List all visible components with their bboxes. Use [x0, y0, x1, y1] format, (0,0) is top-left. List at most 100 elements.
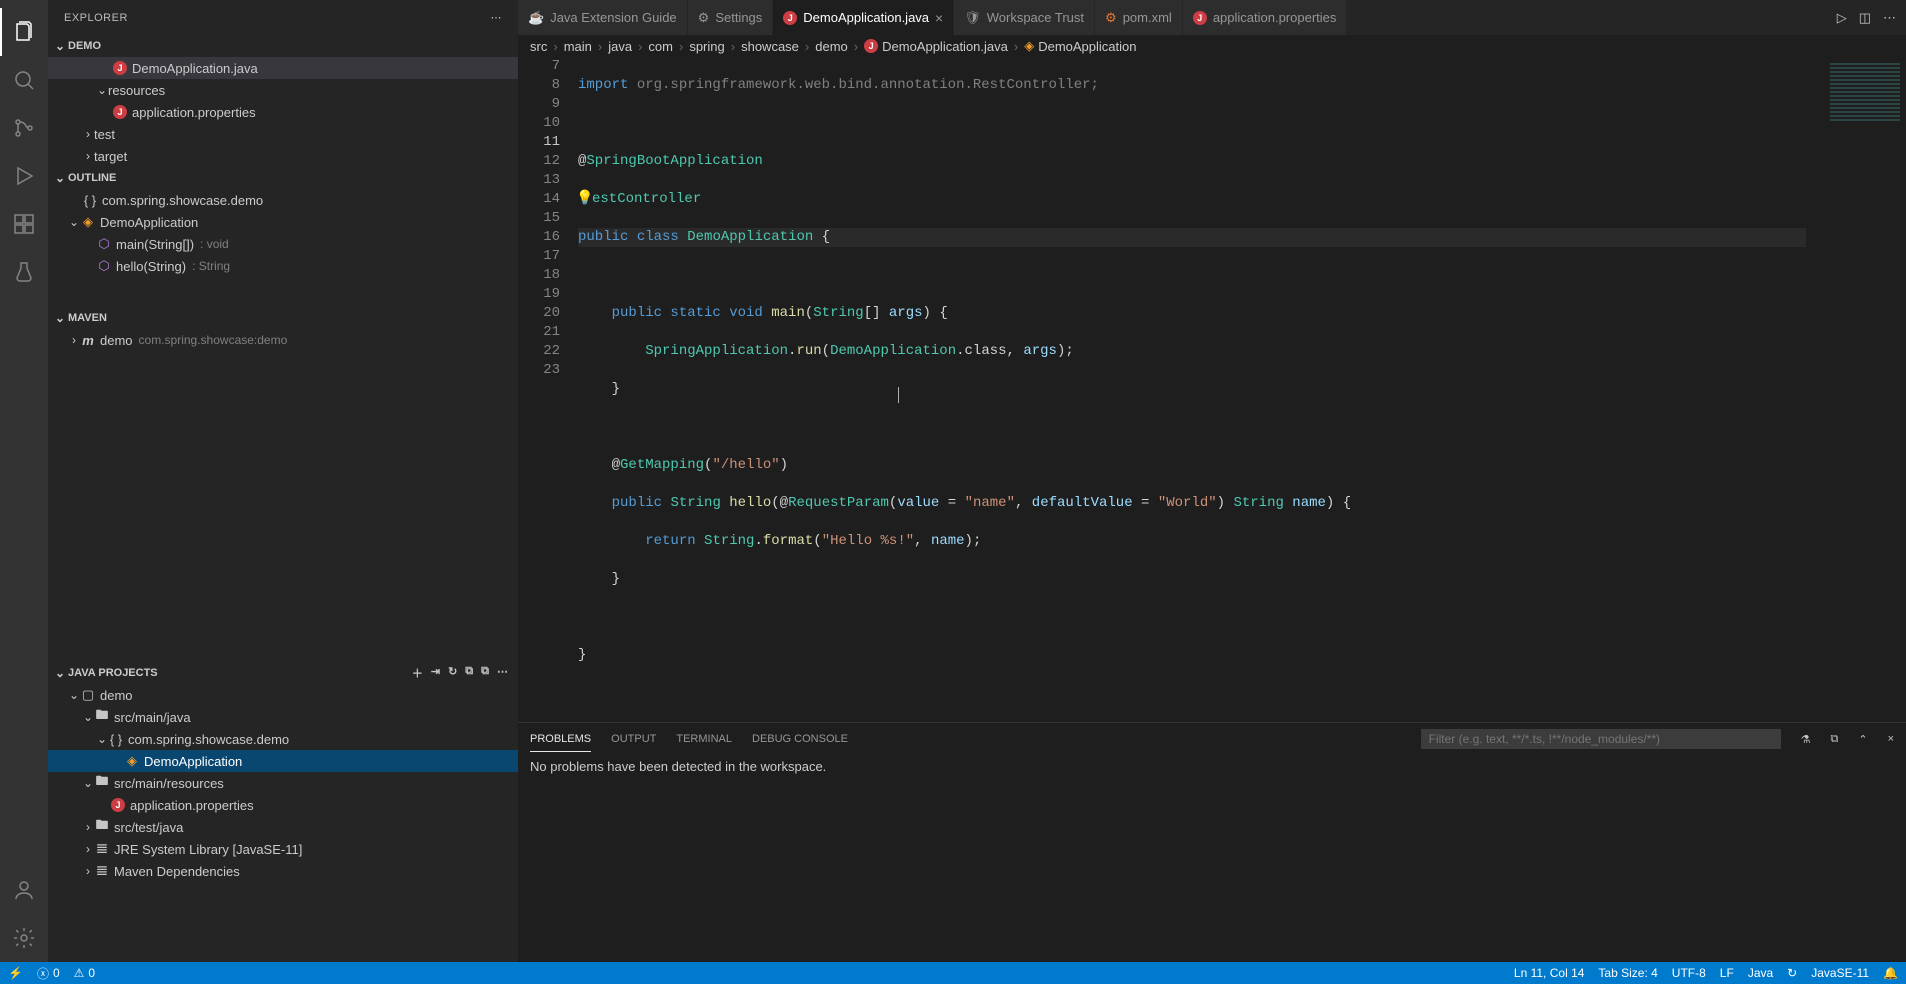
project-icon: ▢: [80, 687, 96, 703]
refresh-icon[interactable]: ↻: [448, 665, 457, 681]
folder-target[interactable]: › target: [48, 145, 518, 167]
jp-src-main-java[interactable]: ⌄ 🖿 src/main/java: [48, 706, 518, 728]
section-outline[interactable]: ⌄ OUTLINE: [48, 167, 518, 189]
run-debug-icon[interactable]: [0, 152, 48, 200]
folder-resources[interactable]: ⌄ resources: [48, 79, 518, 101]
settings-gear-icon[interactable]: [0, 914, 48, 962]
status-cursor[interactable]: Ln 11, Col 14: [1514, 966, 1585, 980]
chevron-down-icon: ⌄: [96, 83, 108, 97]
class-icon: ◈: [1024, 38, 1034, 54]
class-icon: ◈: [124, 753, 140, 769]
tab-demoapplication[interactable]: J DemoApplication.java ×: [773, 0, 954, 35]
chevron-right-icon: ›: [82, 842, 94, 856]
section-maven-label: MAVEN: [68, 312, 107, 324]
link-icon[interactable]: ⇥: [431, 665, 440, 681]
sidebar-more-icon[interactable]: ⋯: [491, 11, 503, 24]
jp-src-main-resources[interactable]: ⌄ 🖿 src/main/resources: [48, 772, 518, 794]
jp-demo[interactable]: ⌄ ▢ demo: [48, 684, 518, 706]
section-outline-label: OUTLINE: [68, 172, 116, 184]
status-encoding[interactable]: UTF-8: [1672, 966, 1706, 980]
java-file-icon: J: [110, 798, 126, 812]
jp-src-test-java[interactable]: › 🖿 src/test/java: [48, 816, 518, 838]
build-icon[interactable]: ⧉: [481, 665, 489, 681]
status-jdk[interactable]: JavaSE-11: [1811, 966, 1869, 980]
file-demoapplication[interactable]: J DemoApplication.java: [48, 57, 518, 79]
line-gutter: 78910 11121314 15161718 1920212223: [518, 57, 578, 722]
chevron-down-icon: ⌄: [52, 171, 68, 185]
close-icon[interactable]: ×: [935, 10, 943, 26]
split-editor-icon[interactable]: ◫: [1859, 10, 1871, 26]
section-demo-label: DEMO: [68, 40, 101, 52]
tab-java-guide[interactable]: ☕ Java Extension Guide: [518, 0, 688, 35]
outline-class[interactable]: ⌄ ◈ DemoApplication: [48, 211, 518, 233]
method-icon: ⬡: [96, 258, 112, 274]
package-folder-icon: 🖿: [94, 816, 110, 838]
class-icon: ◈: [80, 214, 96, 230]
jp-package[interactable]: ⌄ { } com.spring.showcase.demo: [48, 728, 518, 750]
chevron-down-icon: ⌄: [82, 710, 94, 724]
chevron-right-icon: ›: [82, 149, 94, 163]
run-icon[interactable]: ▷: [1837, 10, 1847, 26]
status-errors[interactable]: ⓧ 0: [37, 965, 60, 982]
tab-pom[interactable]: ⚙ pom.xml: [1095, 0, 1183, 35]
more-icon[interactable]: ⋯: [497, 665, 508, 681]
jp-app-props[interactable]: J application.properties: [48, 794, 518, 816]
chevron-down-icon: ⌄: [68, 215, 80, 229]
java-file-icon: J: [783, 11, 797, 25]
maven-project[interactable]: › m demo com.spring.showcase:demo: [48, 329, 518, 351]
status-language[interactable]: Java: [1748, 966, 1773, 980]
chevron-right-icon: ›: [82, 820, 94, 834]
explorer-icon[interactable]: [0, 8, 48, 56]
maven-icon: m: [80, 333, 96, 348]
chevron-down-icon: ⌄: [96, 732, 108, 746]
xml-icon: ⚙: [1105, 10, 1117, 26]
lightbulb-icon[interactable]: 💡: [576, 190, 593, 209]
outline-namespace[interactable]: { } com.spring.showcase.demo: [48, 189, 518, 211]
outline-method-main[interactable]: ⬡ main(String[]) : void: [48, 233, 518, 255]
tab-settings[interactable]: ⚙ Settings: [688, 0, 774, 35]
extensions-icon[interactable]: [0, 200, 48, 248]
collapse-icon[interactable]: ⧉: [465, 665, 473, 681]
section-java-projects-label: JAVA PROJECTS: [68, 667, 412, 679]
minimap[interactable]: [1806, 57, 1906, 722]
chevron-right-icon: ›: [68, 333, 80, 347]
more-icon[interactable]: ⋯: [1883, 10, 1896, 26]
breadcrumbs[interactable]: src› main› java› com› spring› showcase› …: [518, 35, 1906, 57]
status-tab-size[interactable]: Tab Size: 4: [1598, 966, 1657, 980]
method-icon: ⬡: [96, 236, 112, 252]
source-control-icon[interactable]: [0, 104, 48, 152]
accounts-icon[interactable]: [0, 866, 48, 914]
java-file-icon: J: [112, 61, 128, 75]
section-java-projects[interactable]: ⌄ JAVA PROJECTS ＋ ⇥ ↻ ⧉ ⧉ ⋯: [48, 662, 518, 684]
chevron-down-icon: ⌄: [82, 776, 94, 790]
status-eol[interactable]: LF: [1720, 966, 1734, 980]
section-demo[interactable]: ⌄ DEMO: [48, 35, 518, 57]
outline-method-hello[interactable]: ⬡ hello(String) : String: [48, 255, 518, 277]
sidebar: EXPLORER ⋯ ⌄ DEMO J DemoApplication.java…: [48, 0, 518, 962]
section-maven[interactable]: ⌄ MAVEN: [48, 307, 518, 329]
package-folder-icon: 🖿: [94, 706, 110, 728]
namespace-icon: { }: [108, 732, 124, 747]
search-icon[interactable]: [0, 56, 48, 104]
status-remote[interactable]: ⚡: [8, 966, 23, 980]
settings-icon: ⚙: [698, 10, 710, 26]
status-sync-icon[interactable]: ↻: [1787, 966, 1797, 980]
text-cursor: [898, 387, 899, 403]
chevron-down-icon: ⌄: [52, 311, 68, 325]
tab-workspace-trust[interactable]: 🛡 Workspace Trust: [954, 0, 1095, 35]
chevron-down-icon: ⌄: [52, 666, 68, 680]
new-icon[interactable]: ＋: [412, 665, 423, 681]
folder-test[interactable]: › test: [48, 123, 518, 145]
editor-body[interactable]: 78910 11121314 15161718 1920212223 impor…: [518, 57, 1906, 722]
shield-icon: 🛡: [964, 10, 981, 26]
status-warnings[interactable]: ⚠ 0: [74, 966, 95, 980]
jp-jre[interactable]: › 𝌆 JRE System Library [JavaSE-11]: [48, 838, 518, 860]
file-application-properties[interactable]: J application.properties: [48, 101, 518, 123]
jp-maven-deps[interactable]: › 𝌆 Maven Dependencies: [48, 860, 518, 882]
sidebar-header: EXPLORER ⋯: [48, 0, 518, 35]
testing-icon[interactable]: [0, 248, 48, 296]
jp-demoapplication[interactable]: ◈ DemoApplication: [48, 750, 518, 772]
code-content[interactable]: import org.springframework.web.bind.anno…: [578, 57, 1906, 722]
tab-app-props[interactable]: J application.properties: [1183, 0, 1348, 35]
status-bell-icon[interactable]: 🔔: [1883, 966, 1898, 980]
